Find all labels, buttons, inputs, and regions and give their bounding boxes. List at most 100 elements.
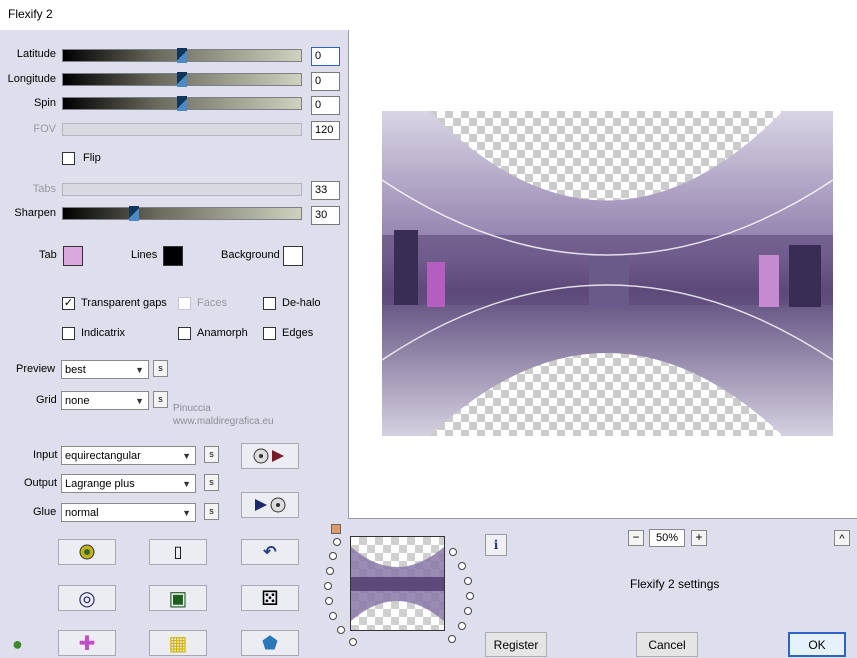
frog-logo-icon: ● <box>12 634 23 654</box>
input-select-value: equirectangular <box>65 450 141 462</box>
sharpen-value-input[interactable]: 30 <box>311 206 340 225</box>
glue-select[interactable]: normal ▼ <box>61 503 196 522</box>
de-halo-checkbox[interactable] <box>263 297 276 310</box>
nav-dot[interactable] <box>325 597 333 605</box>
latitude-value-input[interactable]: 0 <box>311 47 340 66</box>
scroll-up-button[interactable]: ^ <box>834 530 850 546</box>
indicatrix-checkbox[interactable] <box>62 327 75 340</box>
square-frame-icon: ▣ <box>168 587 188 610</box>
nav-dot[interactable] <box>326 567 334 575</box>
longitude-value-input[interactable]: 0 <box>311 72 340 91</box>
nav-dot[interactable] <box>458 562 466 570</box>
output-select[interactable]: Lagrange plus ▼ <box>61 474 196 493</box>
lines-color-swatch[interactable] <box>163 246 183 266</box>
random-button[interactable]: ⚄ <box>241 585 299 611</box>
ring-button[interactable]: ◎ <box>58 585 116 611</box>
cancel-button[interactable]: Cancel <box>636 632 698 657</box>
output-to-input-button[interactable] <box>241 492 299 518</box>
transparent-gaps-checkbox[interactable]: ✓ <box>62 297 75 310</box>
help-button[interactable] <box>58 539 116 565</box>
tabs-value-input[interactable]: 33 <box>311 181 340 200</box>
fov-label: FOV <box>33 123 56 135</box>
edges-checkbox[interactable] <box>263 327 276 340</box>
nav-dot[interactable] <box>329 612 337 620</box>
flip-label: Flip <box>83 152 101 164</box>
pentagon-button[interactable]: ⬟ <box>241 630 299 656</box>
fov-value-input[interactable]: 120 <box>311 121 340 140</box>
tabs-label: Tabs <box>32 183 56 195</box>
lego-brick-icon: ▦ <box>168 632 188 655</box>
background-color-swatch[interactable] <box>283 246 303 266</box>
thumbnail-handle[interactable] <box>331 524 341 534</box>
arrow-disc-icon <box>255 497 286 513</box>
ok-button[interactable]: OK <box>788 632 846 657</box>
zoom-level: 50% <box>649 529 685 547</box>
spin-slider-thumb[interactable] <box>177 96 187 111</box>
glue-select-value: normal <box>65 507 99 519</box>
nav-dot[interactable] <box>337 626 345 634</box>
input-s-button[interactable]: s <box>204 446 219 463</box>
register-button[interactable]: Register <box>485 632 547 657</box>
thumbnail-image <box>351 547 444 621</box>
nav-dot[interactable] <box>448 635 456 643</box>
flip-checkbox[interactable] <box>62 152 75 165</box>
chevron-down-icon: ▼ <box>182 508 191 518</box>
preview-area[interactable] <box>348 30 857 519</box>
latitude-slider[interactable] <box>62 48 302 63</box>
nav-dot[interactable] <box>464 577 472 585</box>
sharpen-slider[interactable] <box>62 206 302 221</box>
settings-name: Flexify 2 settings <box>630 577 720 591</box>
grid-s-button[interactable]: s <box>153 391 168 408</box>
navigator-thumbnail[interactable] <box>350 536 445 631</box>
input-select[interactable]: equirectangular ▼ <box>61 446 196 465</box>
nav-dot[interactable] <box>449 548 457 556</box>
disc-arrow-icon <box>253 448 284 464</box>
output-select-value: Lagrange plus <box>65 478 135 490</box>
dice-icon: ⚄ <box>261 587 279 610</box>
tab-color-swatch[interactable] <box>63 246 83 266</box>
chevron-down-icon: ▼ <box>135 396 144 406</box>
undo-icon: ↶ <box>263 544 277 561</box>
output-s-button[interactable]: s <box>204 474 219 491</box>
glue-s-button[interactable]: s <box>204 503 219 520</box>
nav-dot[interactable] <box>464 607 472 615</box>
info-button[interactable]: i <box>485 534 507 556</box>
zoom-in-button[interactable]: + <box>691 530 707 546</box>
lego-button[interactable]: ▦ <box>149 630 207 656</box>
longitude-slider[interactable] <box>62 72 302 87</box>
sharpen-label: Sharpen <box>14 207 56 219</box>
latitude-slider-thumb[interactable] <box>177 48 187 63</box>
sharpen-slider-thumb[interactable] <box>129 206 140 221</box>
info-icon: i <box>493 538 499 552</box>
spin-label: Spin <box>33 97 56 109</box>
window-title: Flexify 2 <box>8 7 53 21</box>
nav-dot[interactable] <box>349 638 357 646</box>
nav-dot[interactable] <box>458 622 466 630</box>
grid-select[interactable]: none ▼ <box>61 391 149 410</box>
preview-select[interactable]: best ▼ <box>61 360 149 379</box>
spin-value-input[interactable]: 0 <box>311 96 340 115</box>
fov-slider <box>62 123 302 136</box>
pentagon-icon: ⬟ <box>262 632 278 653</box>
nav-dot[interactable] <box>324 582 332 590</box>
nav-dot[interactable] <box>333 538 341 546</box>
nav-dot[interactable] <box>329 552 337 560</box>
output-label: Output <box>24 477 58 489</box>
frame-button[interactable]: ▣ <box>149 585 207 611</box>
indicatrix-label: Indicatrix <box>81 327 126 339</box>
new-preset-button[interactable]: ▯ <box>149 539 207 565</box>
lines-color-label: Lines <box>131 249 158 261</box>
nav-dot[interactable] <box>466 592 474 600</box>
puzzle-button[interactable]: ✚ <box>58 630 116 656</box>
preview-image <box>381 111 834 436</box>
anamorph-checkbox[interactable] <box>178 327 191 340</box>
undo-button[interactable]: ↶ <box>241 539 299 565</box>
input-to-output-button[interactable] <box>241 443 299 469</box>
zoom-out-button[interactable]: − <box>628 530 644 546</box>
edges-label: Edges <box>282 327 314 339</box>
preview-s-button[interactable]: s <box>153 360 168 377</box>
grid-select-value: none <box>65 395 90 407</box>
longitude-slider-thumb[interactable] <box>177 72 187 87</box>
spin-slider[interactable] <box>62 96 302 111</box>
background-color-label: Background <box>221 249 280 261</box>
